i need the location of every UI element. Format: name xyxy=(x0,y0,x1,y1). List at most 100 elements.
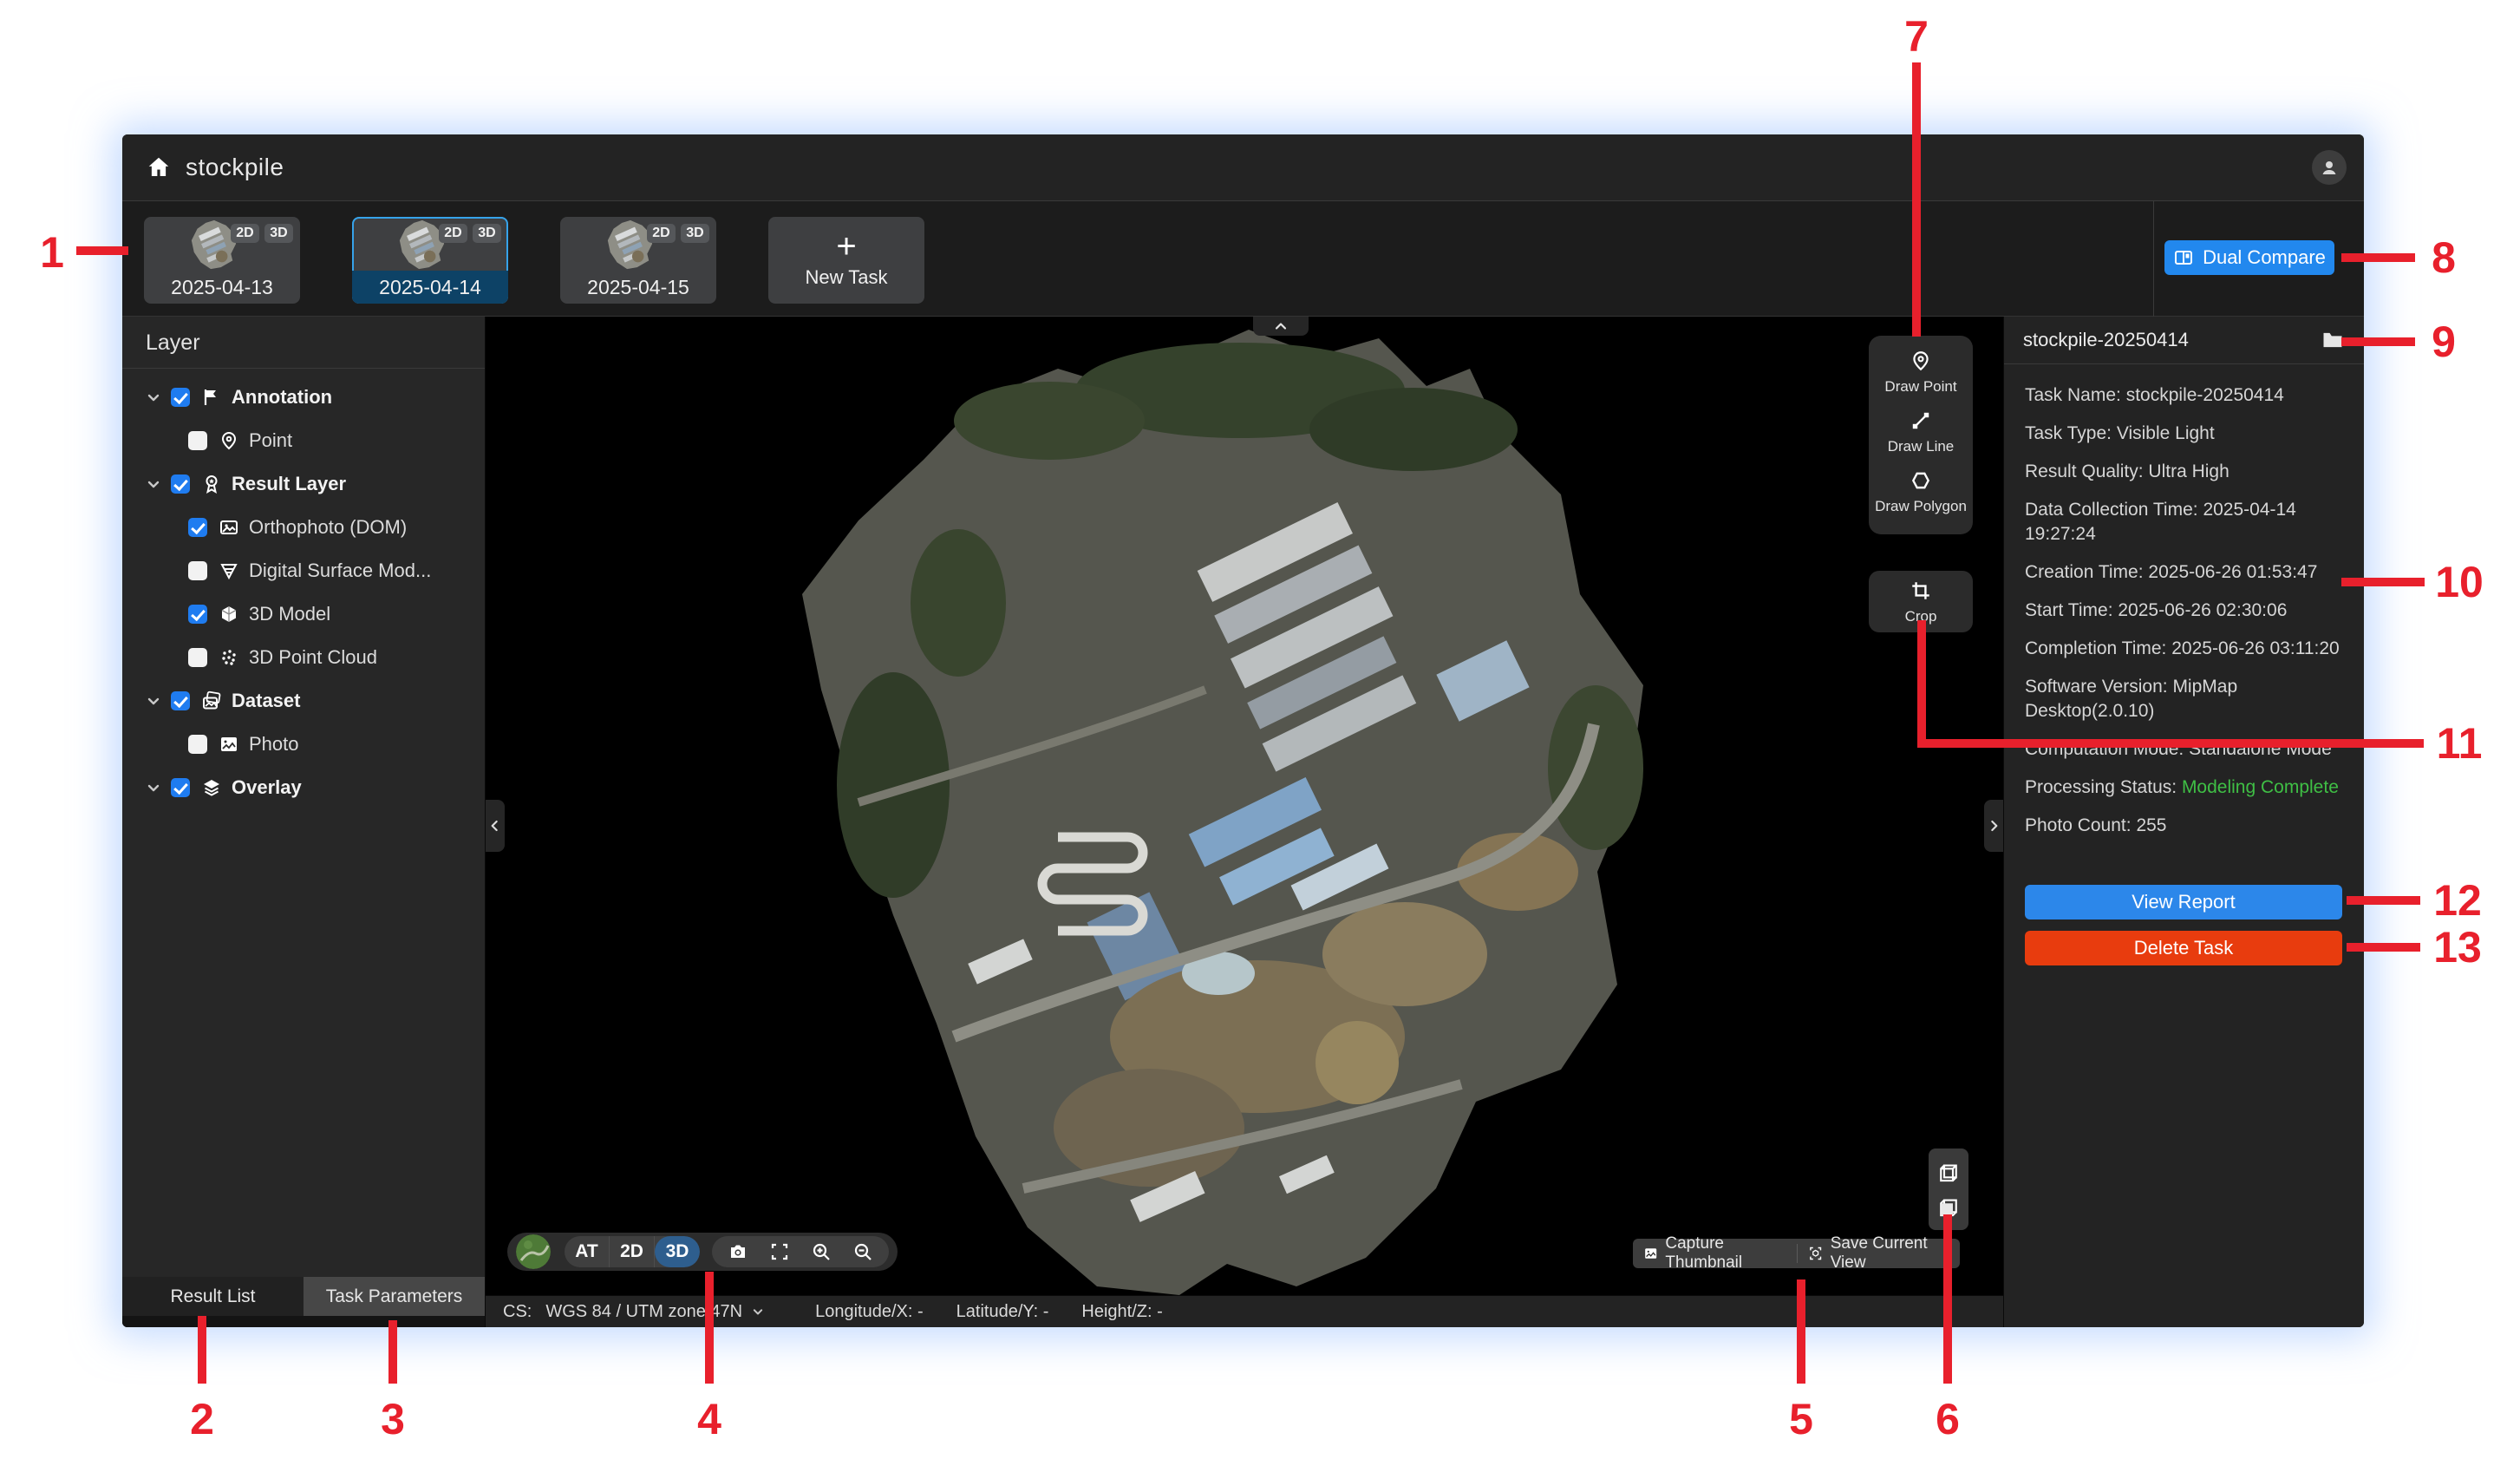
layer-item-point[interactable]: Point xyxy=(122,419,485,462)
annotation-11-hline xyxy=(1917,739,2424,748)
layer-label: Orthophoto (DOM) xyxy=(249,516,407,539)
layer-checkbox[interactable] xyxy=(188,518,207,537)
badge-2d: 2D xyxy=(231,224,259,243)
layer-label: Digital Surface Mod... xyxy=(249,560,431,582)
layer-checkbox[interactable] xyxy=(188,648,207,667)
save-current-view-label: Save Current View xyxy=(1831,1234,1949,1273)
badge-3d: 3D xyxy=(473,224,501,243)
layers-icon xyxy=(201,777,222,798)
status-badge: Modeling Complete xyxy=(2182,777,2339,797)
layer-item-3d-point-cloud[interactable]: 3D Point Cloud xyxy=(122,636,485,679)
delete-task-button[interactable]: Delete Task xyxy=(2025,931,2342,965)
fit-view-button[interactable] xyxy=(759,1241,800,1262)
task-card-2025-04-15[interactable]: 2D 3D 2025-04-15 xyxy=(560,217,716,304)
draw-polygon-icon xyxy=(1910,469,1932,492)
user-avatar[interactable] xyxy=(2312,150,2347,185)
divider xyxy=(2153,201,2154,317)
task-card-2025-04-13[interactable]: 2D 3D 2025-04-13 xyxy=(144,217,300,304)
collapse-left-handle[interactable] xyxy=(486,800,505,852)
layer-item-dsm[interactable]: Digital Surface Mod... xyxy=(122,549,485,592)
chevron-down-icon[interactable] xyxy=(143,777,164,798)
annotation-7-line xyxy=(1912,62,1921,337)
new-task-button[interactable]: + New Task xyxy=(768,217,924,304)
point-cloud-icon xyxy=(219,647,239,668)
layer-group-overlay[interactable]: Overlay xyxy=(122,766,485,809)
dual-compare-label: Dual Compare xyxy=(2203,246,2326,269)
annotation-8-line xyxy=(2341,253,2415,262)
layer-checkbox[interactable] xyxy=(188,561,207,580)
draw-point-button[interactable]: Draw Point xyxy=(1869,350,1973,396)
crop-button[interactable]: Crop xyxy=(1869,579,1973,625)
chevron-down-icon[interactable] xyxy=(143,474,164,494)
layer-label: Annotation xyxy=(232,386,332,409)
height-readout: Height/Z: - xyxy=(1081,1302,1162,1322)
chevron-right-icon xyxy=(1985,817,2002,834)
collapse-top-handle[interactable] xyxy=(1253,317,1309,336)
task-card-2025-04-14[interactable]: 2D 3D 2025-04-14 xyxy=(352,217,508,304)
chevron-down-icon[interactable] xyxy=(749,1303,767,1320)
annotation-9-line xyxy=(2341,337,2415,346)
minimap-thumbnail[interactable] xyxy=(516,1234,551,1269)
layer-checkbox[interactable] xyxy=(171,388,190,407)
layer-group-annotation[interactable]: Annotation xyxy=(122,376,485,419)
layer-checkbox[interactable] xyxy=(171,474,190,494)
dual-compare-icon xyxy=(2173,247,2194,268)
view-report-button[interactable]: View Report xyxy=(2025,885,2342,919)
badge-3d: 3D xyxy=(681,224,709,243)
draw-polygon-label: Draw Polygon xyxy=(1875,498,1967,515)
cube-icon xyxy=(219,604,239,625)
home-icon[interactable] xyxy=(146,154,172,180)
layer-checkbox[interactable] xyxy=(188,431,207,450)
layer-item-photo[interactable]: Photo xyxy=(122,723,485,766)
annotation-3: 3 xyxy=(381,1394,405,1444)
viewport-tools xyxy=(712,1236,889,1267)
layer-item-orthophoto[interactable]: Orthophoto (DOM) xyxy=(122,506,485,549)
mode-at-button[interactable]: AT xyxy=(565,1236,610,1267)
annotation-2-line xyxy=(198,1316,206,1384)
wireframe-cube-icon[interactable] xyxy=(1936,1159,1962,1185)
draw-polygon-button[interactable]: Draw Polygon xyxy=(1869,469,1973,515)
annotation-12-line xyxy=(2347,896,2420,905)
orthophoto-3d-model[interactable] xyxy=(486,317,2003,1295)
annotation-7: 7 xyxy=(1904,11,1929,62)
crop-icon xyxy=(1910,579,1932,602)
layer-group-dataset[interactable]: Dataset xyxy=(122,679,485,723)
map-viewport[interactable]: Draw Point Draw Line Draw Polygon Crop xyxy=(486,317,2003,1327)
save-current-view-button[interactable]: Save Current View xyxy=(1798,1239,1960,1268)
layer-checkbox[interactable] xyxy=(171,778,190,797)
draw-line-button[interactable]: Draw Line xyxy=(1869,409,1973,455)
zoom-in-icon xyxy=(811,1241,832,1262)
result-badges: 2D 3D xyxy=(647,224,709,243)
layer-checkbox[interactable] xyxy=(188,735,207,754)
tab-task-parameters[interactable]: Task Parameters xyxy=(304,1277,485,1316)
mode-3d-button[interactable]: 3D xyxy=(655,1236,700,1267)
dataset-icon xyxy=(201,690,222,711)
annotation-4-line xyxy=(705,1272,714,1384)
annotation-11-vline xyxy=(1917,620,1926,748)
annotation-13-line xyxy=(2347,943,2420,952)
capture-thumbnail-button[interactable]: Capture Thumbnail xyxy=(1633,1239,1797,1268)
draw-tools-panel: Draw Point Draw Line Draw Polygon xyxy=(1869,336,1973,534)
layer-checkbox[interactable] xyxy=(171,691,190,710)
field-result-quality: Result Quality: Ultra High xyxy=(2025,460,2354,484)
layer-label: Point xyxy=(249,429,292,452)
screenshot-button[interactable] xyxy=(717,1241,759,1262)
draw-line-label: Draw Line xyxy=(1888,438,1955,455)
pin-icon xyxy=(219,430,239,451)
annotation-5: 5 xyxy=(1789,1394,1813,1444)
annotation-13: 13 xyxy=(2433,922,2482,972)
dual-compare-button[interactable]: Dual Compare xyxy=(2164,240,2334,275)
chevron-down-icon[interactable] xyxy=(143,690,164,711)
chevron-down-icon[interactable] xyxy=(143,387,164,408)
annotation-2: 2 xyxy=(190,1394,214,1444)
collapse-right-handle[interactable] xyxy=(1984,800,2003,852)
zoom-out-button[interactable] xyxy=(842,1241,884,1262)
mode-2d-button[interactable]: 2D xyxy=(610,1236,655,1267)
user-icon xyxy=(2319,157,2340,178)
details-title: stockpile-20250414 xyxy=(2023,329,2321,351)
layer-item-3d-model[interactable]: 3D Model xyxy=(122,592,485,636)
tab-result-list[interactable]: Result List xyxy=(122,1277,304,1316)
layer-group-result-layer[interactable]: Result Layer xyxy=(122,462,485,506)
zoom-in-button[interactable] xyxy=(800,1241,842,1262)
layer-checkbox[interactable] xyxy=(188,605,207,624)
